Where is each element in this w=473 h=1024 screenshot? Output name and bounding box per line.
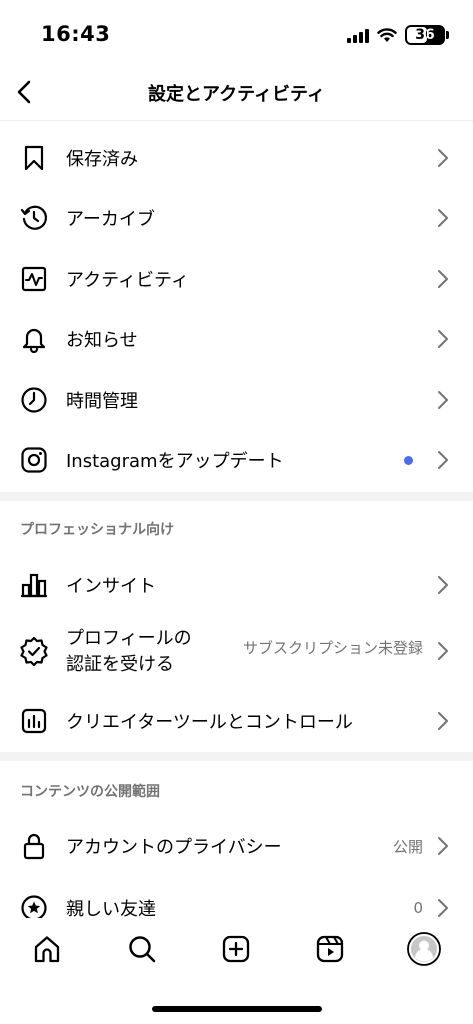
avatar bbox=[407, 932, 441, 966]
verification-status: サブスクリプション未登録 bbox=[242, 639, 423, 657]
reels-tab[interactable] bbox=[313, 932, 347, 966]
professional-section-header: プロフェッショナル向け bbox=[20, 522, 174, 538]
chevron-right-icon bbox=[437, 836, 451, 856]
chevron-right-icon bbox=[437, 711, 451, 731]
verified-badge-icon bbox=[19, 636, 49, 666]
nav-header: 設定とアクティビティ bbox=[0, 64, 473, 121]
wifi-icon bbox=[377, 27, 397, 42]
chevron-right-icon bbox=[437, 898, 451, 918]
insights-row[interactable]: インサイト bbox=[0, 555, 473, 615]
battery-level: 36 bbox=[415, 27, 435, 43]
status-time: 16:43 bbox=[41, 22, 111, 46]
bell-icon bbox=[19, 324, 49, 354]
create-tab[interactable] bbox=[219, 932, 253, 966]
chevron-right-icon bbox=[437, 450, 451, 470]
search-tab[interactable] bbox=[125, 932, 159, 966]
instagram-icon bbox=[19, 445, 49, 475]
creator-tools-row[interactable]: クリエイターツールとコントロール bbox=[0, 691, 473, 751]
bookmark-icon bbox=[19, 143, 49, 173]
notifications-row[interactable]: お知らせ bbox=[0, 309, 473, 369]
verification-label: プロフィールの 認証を受ける bbox=[66, 626, 192, 678]
activity-row[interactable]: アクティビティ bbox=[0, 249, 473, 309]
update-indicator-dot bbox=[404, 455, 413, 465]
bar-chart-icon bbox=[19, 570, 49, 600]
verification-row[interactable]: プロフィールの 認証を受ける サブスクリプション未登録 bbox=[0, 618, 473, 684]
saved-row[interactable]: 保存済み bbox=[0, 128, 473, 188]
archive-clock-icon bbox=[19, 203, 49, 233]
home-indicator bbox=[152, 1006, 322, 1012]
account-privacy-value: 公開 bbox=[392, 837, 423, 856]
close-friends-value: 0 bbox=[413, 899, 423, 917]
time-management-row[interactable]: 時間管理 bbox=[0, 370, 473, 430]
archive-row[interactable]: アーカイブ bbox=[0, 188, 473, 248]
saved-label: 保存済み bbox=[66, 149, 138, 170]
cellular-signal-icon bbox=[347, 27, 369, 43]
creator-tools-icon bbox=[19, 706, 49, 736]
activity-icon bbox=[19, 264, 49, 294]
lock-icon bbox=[19, 831, 49, 861]
insights-label: インサイト bbox=[66, 576, 156, 597]
update-instagram-row[interactable]: Instagramをアップデート bbox=[0, 430, 473, 490]
notifications-label: お知らせ bbox=[66, 330, 138, 351]
content-section-header: コンテンツの公開範囲 bbox=[20, 784, 160, 800]
profile-tab[interactable] bbox=[407, 932, 441, 966]
verification-label-line1: プロフィールの bbox=[66, 628, 192, 649]
home-icon bbox=[34, 936, 60, 963]
battery-icon: 36 bbox=[405, 25, 449, 45]
home-tab[interactable] bbox=[30, 932, 64, 966]
activity-label: アクティビティ bbox=[66, 270, 189, 291]
account-privacy-row[interactable]: アカウントのプライバシー 公開 bbox=[0, 816, 473, 876]
chevron-right-icon bbox=[437, 641, 451, 661]
reels-icon bbox=[316, 935, 344, 963]
creator-tools-label: クリエイターツールとコントロール bbox=[66, 712, 353, 733]
page-title: 設定とアクティビティ bbox=[148, 84, 325, 105]
chevron-right-icon bbox=[437, 575, 451, 595]
time-management-label: 時間管理 bbox=[66, 391, 138, 412]
section-divider bbox=[0, 492, 473, 501]
archive-label: アーカイブ bbox=[66, 209, 155, 230]
chevron-right-icon bbox=[437, 208, 451, 228]
status-bar: 16:43 36 bbox=[0, 0, 473, 64]
chevron-right-icon bbox=[437, 269, 451, 289]
section-divider bbox=[0, 752, 473, 761]
search-icon bbox=[129, 936, 156, 963]
account-privacy-label: アカウントのプライバシー bbox=[66, 837, 282, 858]
verification-label-line2: 認証を受ける bbox=[66, 654, 174, 675]
chevron-right-icon bbox=[437, 148, 451, 168]
bottom-tab-bar bbox=[0, 918, 473, 980]
chevron-right-icon bbox=[437, 390, 451, 410]
clock-icon bbox=[19, 385, 49, 415]
plus-square-icon bbox=[222, 935, 250, 963]
update-instagram-label: Instagramをアップデート bbox=[66, 451, 284, 472]
status-icons: 36 bbox=[347, 25, 449, 45]
chevron-right-icon bbox=[437, 329, 451, 349]
